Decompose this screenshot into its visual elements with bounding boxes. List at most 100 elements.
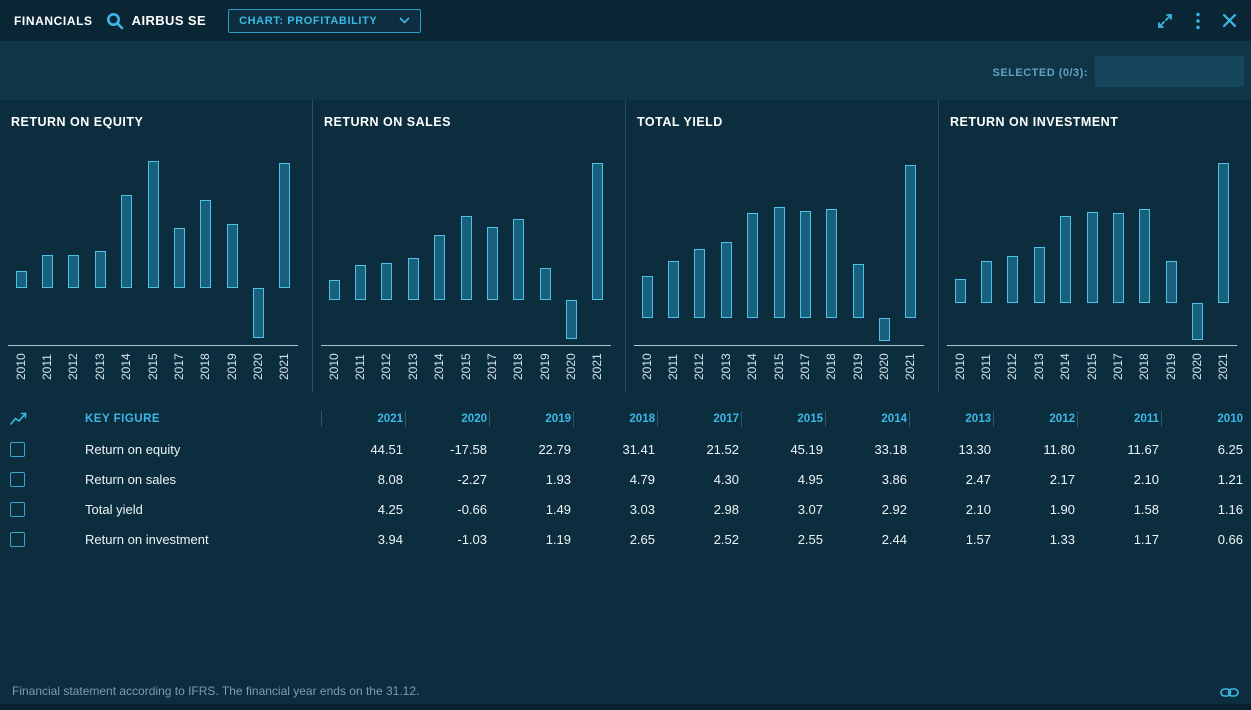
selected-items-box[interactable] — [1095, 56, 1244, 87]
metric-value-cell: -0.66 — [405, 502, 489, 517]
window-controls — [1156, 12, 1237, 30]
metric-value-cell: 1.49 — [489, 502, 573, 517]
kebab-menu-icon[interactable] — [1195, 12, 1201, 30]
metric-value-cell: 2.10 — [909, 502, 993, 517]
bar-2015 — [774, 207, 785, 317]
x-axis-label: 2010 — [15, 353, 28, 380]
year-column-header: 2011 — [1077, 411, 1161, 427]
x-axis-label: 2020 — [565, 353, 578, 380]
bar-2011 — [355, 265, 366, 301]
x-axis-label: 2011 — [41, 354, 54, 380]
bar-2018 — [1139, 209, 1150, 303]
bar-2013 — [1034, 247, 1045, 303]
metric-value-cell: 1.17 — [1077, 532, 1161, 547]
metric-value-cell: -17.58 — [405, 442, 489, 457]
chart-plot-area — [634, 142, 924, 346]
chevron-down-icon — [399, 17, 410, 24]
bar-2013 — [721, 242, 732, 317]
expand-icon[interactable] — [1156, 12, 1174, 30]
x-axis-label: 2010 — [328, 353, 341, 380]
x-axis-label: 2013 — [407, 353, 420, 380]
metric-value-cell: 2.44 — [825, 532, 909, 547]
metric-value-cell: 2.65 — [573, 532, 657, 547]
bar-2018 — [826, 209, 837, 318]
metric-value-cell: 2.10 — [1077, 472, 1161, 487]
year-column-header: 2010 — [1161, 411, 1245, 427]
metric-value-cell: 2.52 — [657, 532, 741, 547]
metric-value-cell: 2.47 — [909, 472, 993, 487]
chart-plot-area — [8, 142, 298, 346]
metric-value-cell: 1.93 — [489, 472, 573, 487]
chart-panel-total-yield: TOTAL YIELD 2010201120122013201420152017… — [625, 100, 938, 392]
year-column-header: 2021 — [321, 411, 405, 427]
x-axis-label: 2011 — [980, 354, 993, 380]
key-figure-header: KEY FIGURE — [40, 413, 321, 425]
table-row: Return on equity44.51-17.5822.7931.4121.… — [0, 434, 1251, 464]
row-checkbox[interactable] — [10, 532, 25, 547]
bar-2017 — [174, 228, 185, 289]
x-axis-label: 2013 — [94, 353, 107, 380]
x-axis-label: 2020 — [878, 353, 891, 380]
metric-value-cell: 4.25 — [321, 502, 405, 517]
metric-value-cell: 1.21 — [1161, 472, 1245, 487]
table-header-row: KEY FIGURE 20212020201920182017201520142… — [0, 404, 1251, 434]
x-axis-label: 2012 — [67, 353, 80, 380]
metric-value-cell: 4.30 — [657, 472, 741, 487]
metric-value-cell: 6.25 — [1161, 442, 1245, 457]
row-checkbox[interactable] — [10, 442, 25, 457]
metric-value-cell: 2.55 — [741, 532, 825, 547]
bar-2020 — [566, 300, 577, 339]
x-axis-label: 2015 — [773, 353, 786, 380]
metric-value-cell: 1.57 — [909, 532, 993, 547]
x-axis-label: 2010 — [641, 353, 654, 380]
bar-2019 — [227, 224, 238, 288]
selected-counter-label: SELECTED (0/3): — [992, 67, 1088, 79]
metric-value-cell: 1.58 — [1077, 502, 1161, 517]
x-axis-label: 2018 — [512, 353, 525, 380]
x-axis-label: 2019 — [226, 353, 239, 380]
chart-title: RETURN ON EQUITY — [11, 115, 143, 129]
search-icon[interactable] — [105, 11, 125, 31]
x-axis-label: 2020 — [1191, 353, 1204, 380]
x-axis-label: 2019 — [852, 353, 865, 380]
x-axis-label: 2019 — [539, 353, 552, 380]
table-row: Return on sales8.08-2.271.934.794.304.95… — [0, 464, 1251, 494]
x-axis-label: 2018 — [199, 353, 212, 380]
year-column-header: 2014 — [825, 411, 909, 427]
chart-title: RETURN ON SALES — [324, 115, 451, 129]
bar-2012 — [1007, 256, 1018, 303]
chart-type-dropdown[interactable]: CHART: PROFITABILITY — [228, 9, 421, 33]
metric-label: Return on sales — [40, 472, 321, 487]
bar-2018 — [200, 200, 211, 288]
metric-value-cell: 4.95 — [741, 472, 825, 487]
x-axis-label: 2018 — [825, 353, 838, 380]
chart-type-dropdown-label: CHART: PROFITABILITY — [239, 15, 377, 27]
bar-2017 — [800, 211, 811, 318]
metric-label: Return on equity — [40, 442, 321, 457]
link-icon[interactable] — [1220, 686, 1239, 699]
metric-value-cell: 33.18 — [825, 442, 909, 457]
row-checkbox[interactable] — [10, 472, 25, 487]
bar-2017 — [487, 227, 498, 300]
instrument-name: AIRBUS SE — [132, 13, 206, 28]
bar-2019 — [1166, 261, 1177, 303]
table-row: Return on investment3.94-1.031.192.652.5… — [0, 524, 1251, 554]
chart-panel-return-on-sales: RETURN ON SALES 201020112012201320142015… — [312, 100, 625, 392]
close-icon[interactable] — [1222, 13, 1237, 28]
line-chart-icon[interactable] — [0, 412, 40, 426]
metric-value-cell: 22.79 — [489, 442, 573, 457]
bar-2015 — [148, 161, 159, 288]
metric-value-cell: 3.86 — [825, 472, 909, 487]
chart-title: RETURN ON INVESTMENT — [950, 115, 1118, 129]
bar-2018 — [513, 219, 524, 301]
metric-value-cell: 44.51 — [321, 442, 405, 457]
metric-value-cell: 1.19 — [489, 532, 573, 547]
chart-panel-return-on-investment: RETURN ON INVESTMENT 2010201120122013201… — [938, 100, 1251, 392]
year-column-header: 2019 — [489, 411, 573, 427]
row-checkbox[interactable] — [10, 502, 25, 517]
metric-value-cell: 3.07 — [741, 502, 825, 517]
bar-2021 — [592, 163, 603, 301]
bar-2019 — [853, 264, 864, 318]
metric-value-cell: 8.08 — [321, 472, 405, 487]
bar-2020 — [879, 318, 890, 342]
